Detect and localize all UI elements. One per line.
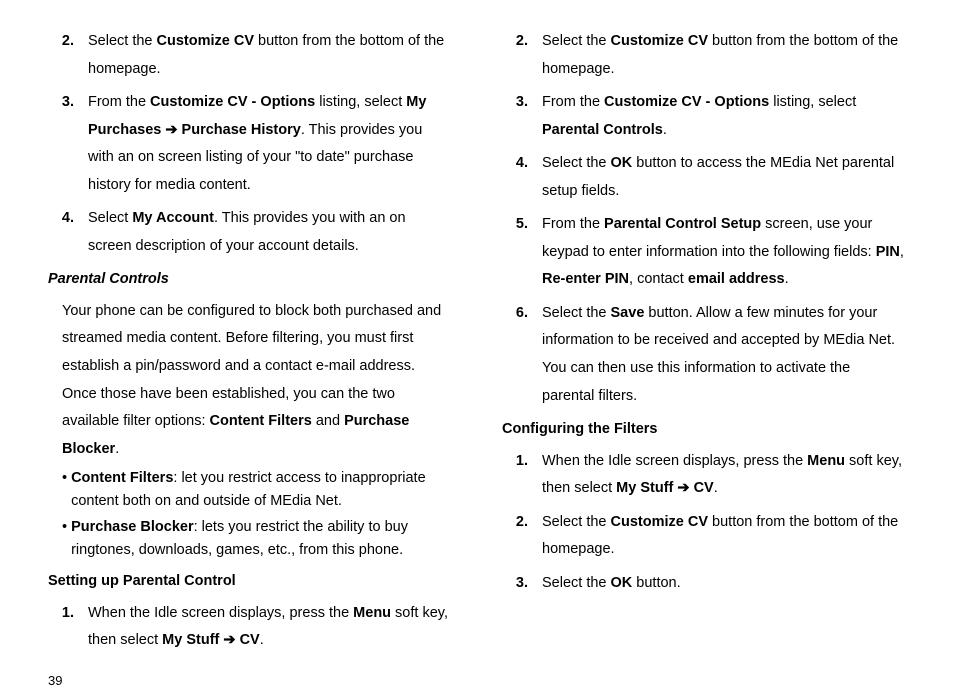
list-content: When the Idle screen displays, press the…: [88, 600, 452, 655]
list-number: 1.: [48, 600, 88, 655]
right-list-b: 1.When the Idle screen displays, press t…: [502, 448, 906, 598]
list-item: 5.From the Parental Control Setup screen…: [502, 211, 906, 294]
list-number: 5.: [502, 211, 542, 294]
list-content: Select the OK button to access the MEdia…: [542, 150, 906, 205]
heading-parental-controls: Parental Controls: [48, 266, 452, 294]
list-number: 3.: [502, 89, 542, 144]
list-number: 2.: [502, 28, 542, 83]
list-item: 3.From the Customize CV - Options listin…: [48, 89, 452, 199]
list-number: 3.: [48, 89, 88, 199]
left-list-a: 2.Select the Customize CV button from th…: [48, 28, 452, 260]
list-content: Select the OK button.: [542, 570, 906, 598]
list-content: From the Customize CV - Options listing,…: [88, 89, 452, 199]
list-number: 4.: [502, 150, 542, 205]
heading-configuring-filters: Configuring the Filters: [502, 416, 906, 444]
list-content: Select the Customize CV button from the …: [542, 509, 906, 564]
list-number: 2.: [48, 28, 88, 83]
list-item: 1.When the Idle screen displays, press t…: [502, 448, 906, 503]
list-number: 6.: [502, 300, 542, 410]
list-item: 2.Select the Customize CV button from th…: [502, 509, 906, 564]
list-number: 3.: [502, 570, 542, 598]
heading-setting-up: Setting up Parental Control: [48, 568, 452, 596]
bullet-item: •Purchase Blocker: lets you restrict the…: [62, 516, 452, 562]
left-bullets: •Content Filters: let you restrict acces…: [62, 467, 452, 562]
list-number: 2.: [502, 509, 542, 564]
list-content: From the Customize CV - Options listing,…: [542, 89, 906, 144]
right-column: 2.Select the Customize CV button from th…: [502, 28, 906, 661]
list-item: 3.From the Customize CV - Options listin…: [502, 89, 906, 144]
bullet-content: Content Filters: let you restrict access…: [71, 467, 452, 513]
list-item: 3.Select the OK button.: [502, 570, 906, 598]
list-number: 1.: [502, 448, 542, 503]
list-content: When the Idle screen displays, press the…: [542, 448, 906, 503]
list-item: 1.When the Idle screen displays, press t…: [48, 600, 452, 655]
two-column-layout: 2.Select the Customize CV button from th…: [48, 28, 906, 661]
bullet-dot: •: [62, 516, 71, 562]
list-content: From the Parental Control Setup screen, …: [542, 211, 906, 294]
page-number: 39: [48, 669, 906, 693]
right-list-a: 2.Select the Customize CV button from th…: [502, 28, 906, 410]
parental-controls-paragraph: Your phone can be configured to block bo…: [62, 298, 452, 463]
left-list-b: 1.When the Idle screen displays, press t…: [48, 600, 452, 655]
left-column: 2.Select the Customize CV button from th…: [48, 28, 452, 661]
bullet-content: Purchase Blocker: lets you restrict the …: [71, 516, 452, 562]
list-item: 4.Select the OK button to access the MEd…: [502, 150, 906, 205]
list-item: 2.Select the Customize CV button from th…: [48, 28, 452, 83]
bullet-item: •Content Filters: let you restrict acces…: [62, 467, 452, 513]
list-content: Select the Customize CV button from the …: [88, 28, 452, 83]
list-item: 2.Select the Customize CV button from th…: [502, 28, 906, 83]
list-content: Select the Save button. Allow a few minu…: [542, 300, 906, 410]
list-content: Select My Account. This provides you wit…: [88, 205, 452, 260]
list-number: 4.: [48, 205, 88, 260]
list-content: Select the Customize CV button from the …: [542, 28, 906, 83]
list-item: 4.Select My Account. This provides you w…: [48, 205, 452, 260]
bullet-dot: •: [62, 467, 71, 513]
list-item: 6.Select the Save button. Allow a few mi…: [502, 300, 906, 410]
